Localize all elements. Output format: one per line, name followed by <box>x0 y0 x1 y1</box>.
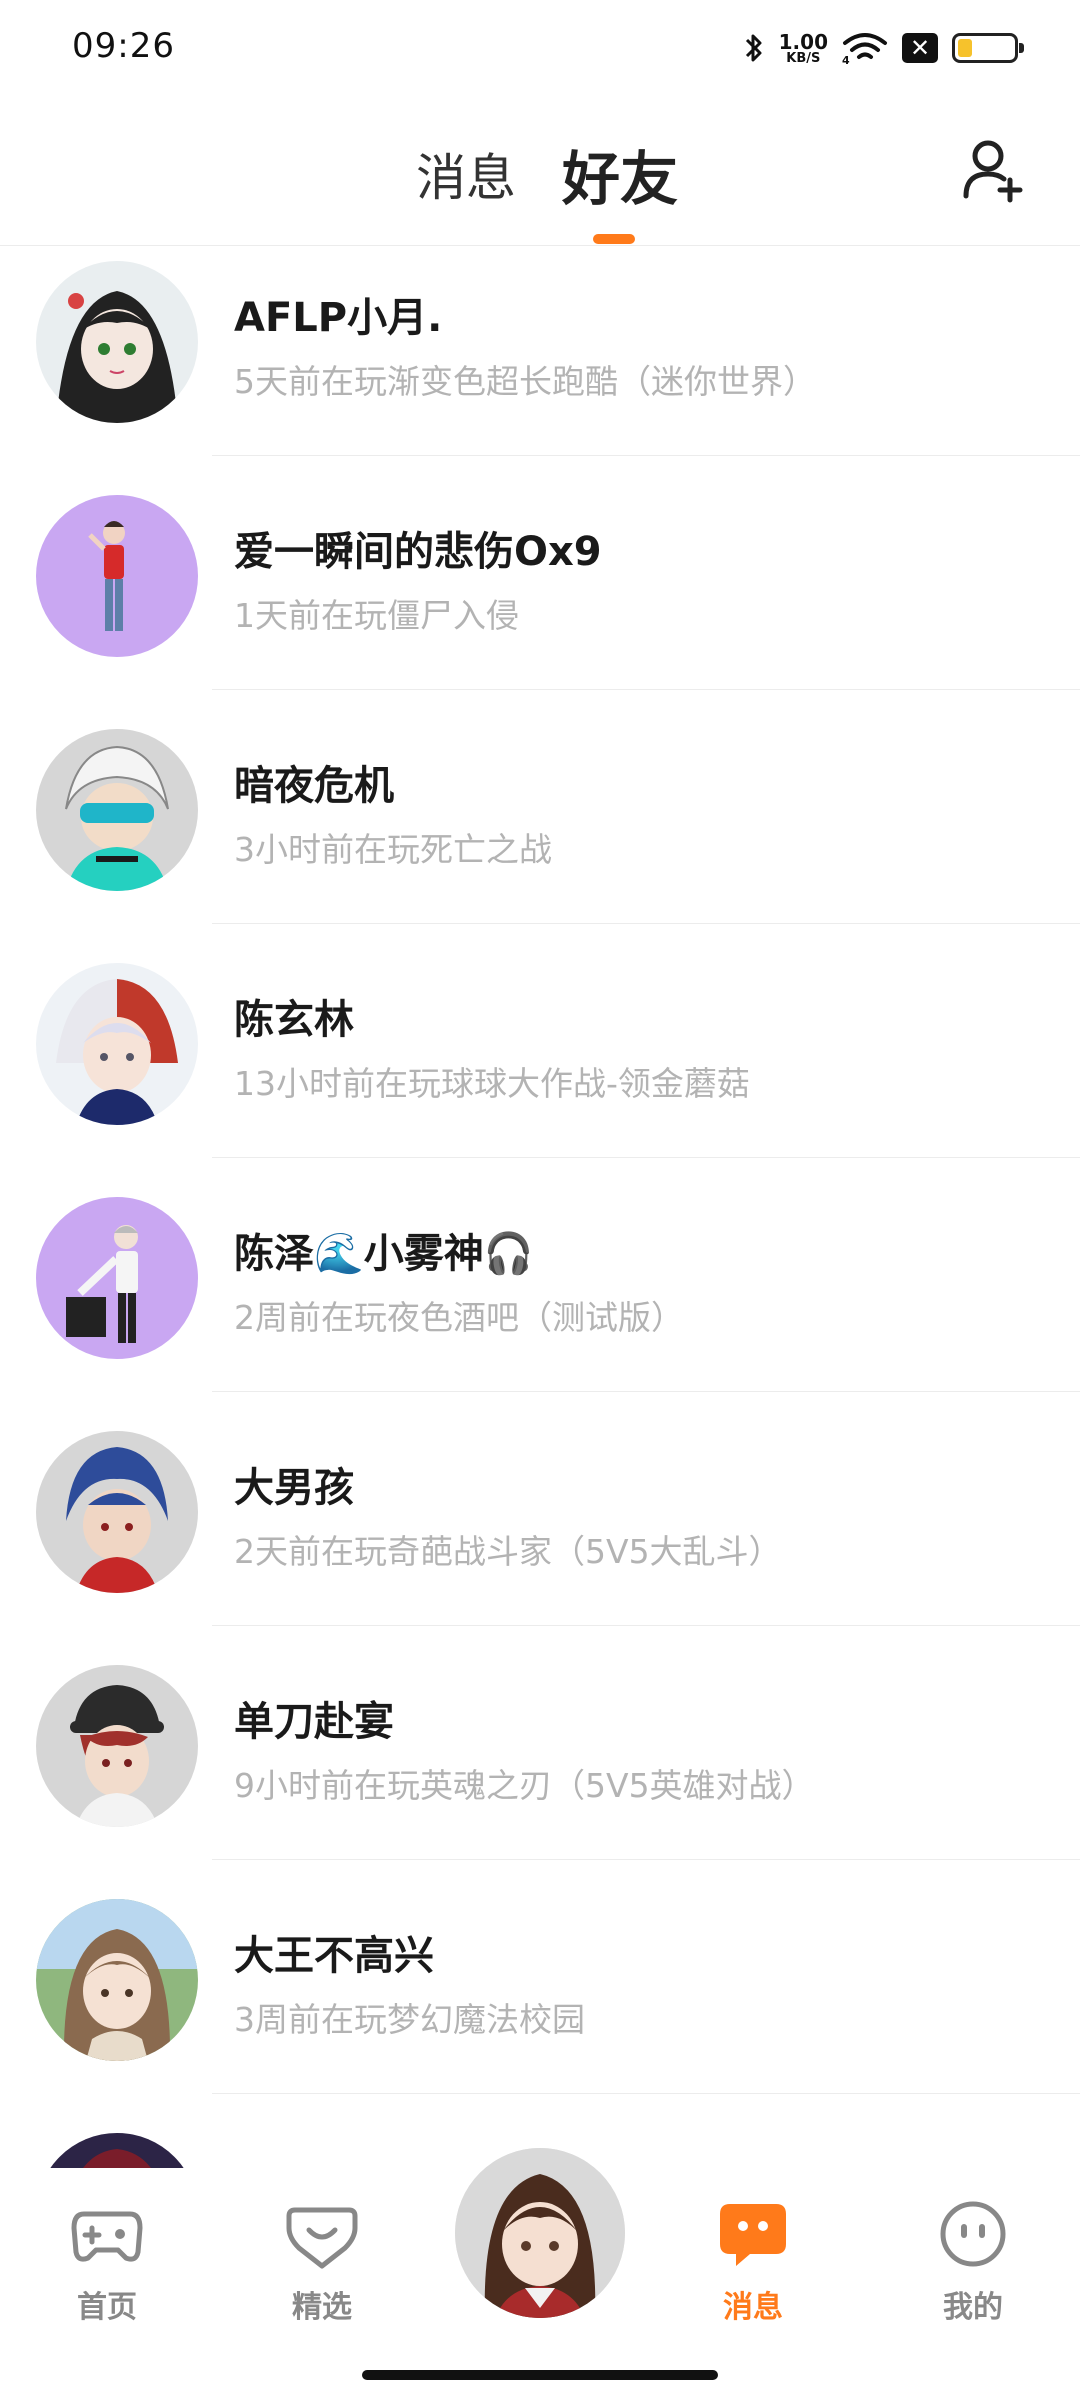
friend-item[interactable]: 大男孩 2天前在玩奇葩战斗家（5V5大乱斗） <box>0 1417 1080 1651</box>
avatar <box>36 1899 198 2061</box>
status-icons: 1.00 KB/S 4 ✕ <box>743 26 1024 70</box>
divider <box>212 1391 1080 1392</box>
nav-home[interactable]: 首页 <box>47 2198 167 2326</box>
avatar-character-icon <box>455 2148 625 2318</box>
nav-profile[interactable]: 我的 <box>913 2198 1033 2326</box>
nav-messages[interactable]: 消息 <box>693 2198 813 2326</box>
chat-bubble-icon <box>720 2204 786 2266</box>
friend-status: 3小时前在玩死亡之战 <box>234 830 552 869</box>
tab-friends[interactable]: 好友 <box>562 132 678 216</box>
nav-label: 我的 <box>943 2290 1003 2325</box>
friend-item[interactable]: 爱一瞬间的悲伤Ox9 1天前在玩僵尸入侵 <box>0 481 1080 715</box>
header: 消息 好友 <box>0 96 1080 246</box>
friend-name: 陈泽🌊小雾神🎧 <box>234 1231 534 1277</box>
friend-name: 大王不高兴 <box>234 1933 434 1979</box>
friend-status: 5天前在玩渐变色超长跑酷（迷你世界） <box>234 362 816 401</box>
face-icon <box>940 2201 1006 2267</box>
friend-item[interactable]: 大王不高兴 3周前在玩梦幻魔法校园 <box>0 1885 1080 2119</box>
gamepad-icon <box>71 2211 143 2262</box>
nav-label: 精选 <box>292 2290 352 2325</box>
avatar <box>36 1431 198 1593</box>
friend-item[interactable]: 单刀赴宴 9小时前在玩英魂之刃（5V5英雄对战） <box>0 1651 1080 1885</box>
add-user-icon[interactable] <box>958 134 1028 204</box>
avatar <box>36 1665 198 1827</box>
divider <box>212 923 1080 924</box>
friend-status: 9小时前在玩英魂之刃（5V5英雄对战） <box>234 1766 815 1805</box>
friend-status: 13小时前在玩球球大作战-领金蘑菇 <box>234 1064 750 1103</box>
nav-featured[interactable]: 精选 <box>262 2198 382 2326</box>
friend-name: 陈玄林 <box>234 997 354 1043</box>
friend-item[interactable]: 陈泽🌊小雾神🎧 2周前在玩夜色酒吧（测试版） <box>0 1183 1080 1417</box>
friend-name: 大男孩 <box>234 1465 354 1511</box>
status-time: 09:26 <box>72 26 175 66</box>
friend-status: 1天前在玩僵尸入侵 <box>234 596 519 635</box>
divider <box>212 1625 1080 1626</box>
nav-label: 消息 <box>723 2290 783 2325</box>
no-sim-icon: ✕ <box>902 33 938 63</box>
tab-messages[interactable]: 消息 <box>416 138 516 210</box>
friend-status: 2天前在玩奇葩战斗家（5V5大乱斗） <box>234 1532 782 1571</box>
friend-list: AFLP小月. 5天前在玩渐变色超长跑酷（迷你世界） 爱一瞬间的悲伤Ox9 1天… <box>0 247 1080 2353</box>
wifi-icon: 4 <box>842 33 887 65</box>
battery-icon <box>952 33 1024 63</box>
friend-name: 爱一瞬间的悲伤Ox9 <box>234 529 602 575</box>
avatar <box>36 261 198 423</box>
divider <box>212 1157 1080 1158</box>
avatar <box>36 963 198 1125</box>
friend-item[interactable]: AFLP小月. 5天前在玩渐变色超长跑酷（迷你世界） <box>0 247 1080 481</box>
bluetooth-icon <box>745 34 762 62</box>
nav-label: 首页 <box>77 2290 137 2325</box>
divider <box>212 2093 1080 2094</box>
home-indicator[interactable] <box>362 2370 718 2380</box>
divider <box>212 689 1080 690</box>
avatar <box>36 729 198 891</box>
nav-center-avatar[interactable] <box>455 2148 625 2318</box>
network-speed: 1.00 KB/S <box>778 29 828 66</box>
svg-text:4: 4 <box>842 54 850 65</box>
active-tab-indicator <box>593 234 635 244</box>
divider <box>212 455 1080 456</box>
friend-status: 3周前在玩梦幻魔法校园 <box>234 2000 585 2039</box>
friend-name: 暗夜危机 <box>234 763 394 809</box>
friend-name: AFLP小月. <box>234 295 443 341</box>
battery-level <box>958 39 973 57</box>
avatar <box>36 495 198 657</box>
status-bar: 09:26 1.00 KB/S 4 ✕ <box>0 0 1080 96</box>
friend-item[interactable]: 暗夜危机 3小时前在玩死亡之战 <box>0 715 1080 949</box>
friend-item[interactable]: 陈玄林 13小时前在玩球球大作战-领金蘑菇 <box>0 949 1080 1183</box>
friend-name: 单刀赴宴 <box>234 1699 394 1745</box>
friend-status: 2周前在玩夜色酒吧（测试版） <box>234 1298 684 1337</box>
avatar <box>36 1197 198 1359</box>
divider <box>212 1859 1080 1860</box>
heart-badge-icon <box>286 2207 358 2269</box>
